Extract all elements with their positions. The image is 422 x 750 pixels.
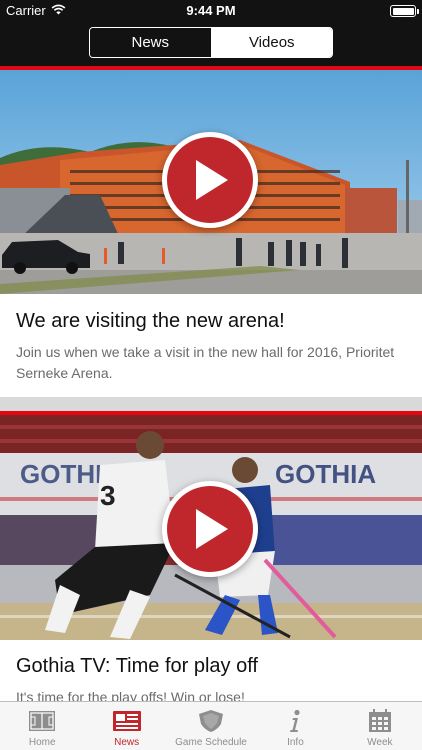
top-header: Carrier 9:44 PM News Videos	[0, 0, 422, 66]
tab-label: Info	[287, 737, 304, 748]
tab-week[interactable]: Week	[338, 702, 422, 750]
play-button[interactable]	[162, 132, 258, 228]
card-description: Join us when we take a visit in the new …	[16, 344, 395, 381]
bottom-tab-bar: Home News Game Schedule Info Week	[0, 701, 422, 750]
tab-news[interactable]: News	[84, 702, 168, 750]
news-videos-segmented-control: News Videos	[89, 27, 333, 58]
tab-home[interactable]: Home	[0, 702, 84, 750]
news-card[interactable]: We are visiting the new arena! Join us w…	[0, 70, 422, 397]
app-screen: Carrier 9:44 PM News Videos We are visit…	[0, 0, 422, 750]
video-thumbnail[interactable]: GOTHIA GOTHIA 3	[0, 415, 422, 640]
tab-label: News	[114, 737, 140, 748]
status-time: 9:44 PM	[186, 3, 236, 18]
info-icon	[280, 708, 310, 734]
court-icon	[27, 708, 57, 734]
tab-info[interactable]: Info	[253, 702, 337, 750]
shield-icon	[196, 708, 226, 734]
news-card[interactable]: GOTHIA GOTHIA 3 Gothia TV: Time for play…	[0, 415, 422, 705]
tab-label: Game Schedule	[175, 737, 247, 748]
status-bar: Carrier 9:44 PM	[0, 0, 422, 22]
segment-videos[interactable]: Videos	[211, 28, 332, 57]
newspaper-icon	[112, 708, 142, 734]
play-icon	[167, 486, 253, 572]
calendar-icon	[365, 708, 395, 734]
video-thumbnail[interactable]	[0, 70, 422, 294]
segment-news[interactable]: News	[90, 28, 212, 57]
svg-text:3: 3	[100, 480, 116, 511]
play-button[interactable]	[162, 481, 258, 577]
tab-label: Week	[367, 737, 393, 748]
play-icon	[167, 137, 253, 223]
battery-icon	[390, 5, 419, 17]
card-title: Gothia TV: Time for play off	[16, 655, 258, 677]
svg-text:GOTHIA: GOTHIA	[275, 459, 376, 489]
card-title: We are visiting the new arena!	[16, 310, 285, 332]
tab-game-schedule[interactable]: Game Schedule	[169, 702, 253, 750]
tab-label: Home	[28, 737, 56, 748]
